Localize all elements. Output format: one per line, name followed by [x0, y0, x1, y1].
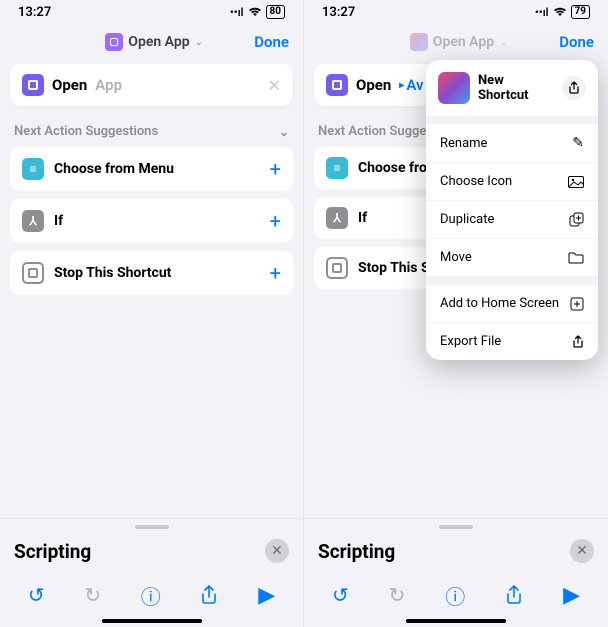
nav-title: Open App: [433, 34, 494, 50]
redo-icon: ↻: [389, 583, 406, 607]
suggestions-title: Next Action Sugge: [318, 124, 426, 139]
menu-item-duplicate[interactable]: Duplicate: [426, 201, 598, 239]
info-icon[interactable]: ⓘ: [141, 581, 161, 610]
status-time: 13:27: [18, 5, 51, 20]
suggestion-row[interactable]: ⅄ If +: [10, 199, 293, 243]
menu-item-choose-icon[interactable]: Choose Icon: [426, 163, 598, 201]
battery-icon: 80: [266, 5, 285, 19]
suggestion-label: Choose from Menu: [54, 161, 260, 177]
menu-separator: [426, 277, 598, 285]
close-icon[interactable]: ✕: [265, 539, 289, 563]
action-card[interactable]: Open App ✕: [10, 64, 293, 106]
done-button[interactable]: Done: [559, 33, 594, 51]
menu-item-add-home[interactable]: Add to Home Screen: [426, 285, 598, 323]
menu-label: Rename: [440, 136, 487, 151]
undo-icon[interactable]: ↺: [28, 583, 45, 607]
action-open-label: Open: [52, 76, 87, 94]
bottom-sheet[interactable]: Scripting ✕: [304, 518, 608, 573]
nav-bar: Open App ⌄ Done: [304, 24, 608, 60]
chevron-down-icon: ⌄: [279, 125, 289, 139]
suggestions-header[interactable]: Next Action Suggestions ⌄: [10, 106, 293, 147]
plus-icon[interactable]: +: [270, 209, 281, 233]
stop-icon: [22, 262, 44, 284]
add-square-icon: [570, 297, 584, 311]
bottom-sheet[interactable]: Scripting ✕: [0, 518, 303, 573]
suggestion-label: Stop This Shortcut: [54, 265, 260, 281]
menu-item-export[interactable]: Export File: [426, 323, 598, 360]
nav-title: Open App: [128, 34, 189, 50]
shortcut-menu-popup: New Shortcut Rename ✎ Choose Icon Duplic…: [426, 60, 598, 360]
duplicate-icon: [569, 212, 584, 227]
shortcut-mini-icon: [410, 33, 428, 51]
menu-label: Choose Icon: [440, 174, 512, 189]
phone-right: 13:27 ••ıl 79 Open App ⌄ Done Open ▸Av N…: [304, 0, 608, 627]
status-bar: 13:27 ••ıl 79: [304, 0, 608, 24]
home-indicator: [406, 619, 506, 623]
menu-label: Export File: [440, 334, 501, 349]
triangle-icon: ▸: [399, 80, 404, 91]
close-icon[interactable]: ✕: [570, 539, 594, 563]
sheet-grabber[interactable]: [439, 525, 473, 529]
plus-icon[interactable]: +: [270, 157, 281, 181]
done-button[interactable]: Done: [254, 33, 289, 51]
sheet-title: Scripting: [318, 540, 395, 563]
menu-item-move[interactable]: Move: [426, 239, 598, 277]
wifi-icon: [248, 7, 262, 17]
image-icon: [568, 176, 584, 188]
suggestion-label: If: [54, 213, 260, 229]
nav-title-button[interactable]: Open App ⌄: [54, 33, 254, 51]
status-right: ••ıl 79: [535, 5, 590, 19]
menu-label: Add to Home Screen: [440, 296, 559, 311]
export-icon: [572, 335, 584, 349]
action-open-label: Open: [356, 76, 391, 94]
status-right: ••ıl 80: [230, 5, 285, 19]
redo-icon: ↻: [84, 583, 101, 607]
open-app-icon: [22, 74, 44, 96]
play-icon[interactable]: ▶: [258, 583, 275, 608]
menu-label: Move: [440, 250, 472, 265]
clear-icon[interactable]: ✕: [268, 76, 281, 95]
wifi-icon: [553, 7, 567, 17]
pencil-icon: ✎: [572, 135, 584, 151]
status-bar: 13:27 ••ıl 80: [0, 0, 303, 24]
stop-icon: [326, 257, 348, 279]
status-time: 13:27: [322, 5, 355, 20]
share-icon[interactable]: [505, 585, 523, 605]
nav-bar: Open App ⌄ Done: [0, 24, 303, 60]
undo-icon[interactable]: ↺: [332, 583, 349, 607]
share-icon[interactable]: [200, 585, 218, 605]
info-icon[interactable]: ⓘ: [445, 581, 465, 610]
shortcut-mini-icon: [105, 33, 123, 51]
signal-icon: ••ıl: [535, 6, 549, 19]
chevron-down-icon: ⌄: [499, 37, 507, 48]
popup-header: New Shortcut: [426, 60, 598, 124]
shortcuts-app-icon: [438, 72, 470, 104]
folder-icon: [568, 252, 584, 264]
chevron-down-icon: ⌄: [195, 37, 203, 48]
menu-icon: ≡: [22, 158, 44, 180]
sheet-grabber[interactable]: [135, 525, 169, 529]
open-app-icon: [326, 74, 348, 96]
suggestion-row[interactable]: Stop This Shortcut +: [10, 251, 293, 295]
if-icon: ⅄: [326, 207, 348, 229]
suggestions-title: Next Action Suggestions: [14, 124, 158, 139]
menu-icon: ≡: [326, 157, 348, 179]
action-app-value[interactable]: ▸Av: [399, 76, 423, 94]
share-icon[interactable]: [562, 76, 586, 100]
signal-icon: ••ıl: [230, 6, 244, 19]
sheet-title: Scripting: [14, 540, 91, 563]
plus-icon[interactable]: +: [270, 261, 281, 285]
home-indicator: [102, 619, 202, 623]
popup-title: New Shortcut: [478, 73, 554, 103]
phone-left: 13:27 ••ıl 80 Open App ⌄ Done Open App ✕: [0, 0, 304, 627]
if-icon: ⅄: [22, 210, 44, 232]
play-icon[interactable]: ▶: [563, 583, 580, 608]
battery-icon: 79: [571, 5, 590, 19]
suggestion-row[interactable]: ≡ Choose from Menu +: [10, 147, 293, 191]
action-app-placeholder[interactable]: App: [95, 76, 122, 94]
menu-item-rename[interactable]: Rename ✎: [426, 124, 598, 163]
menu-label: Duplicate: [440, 212, 494, 227]
nav-title-button[interactable]: Open App ⌄: [358, 33, 559, 51]
